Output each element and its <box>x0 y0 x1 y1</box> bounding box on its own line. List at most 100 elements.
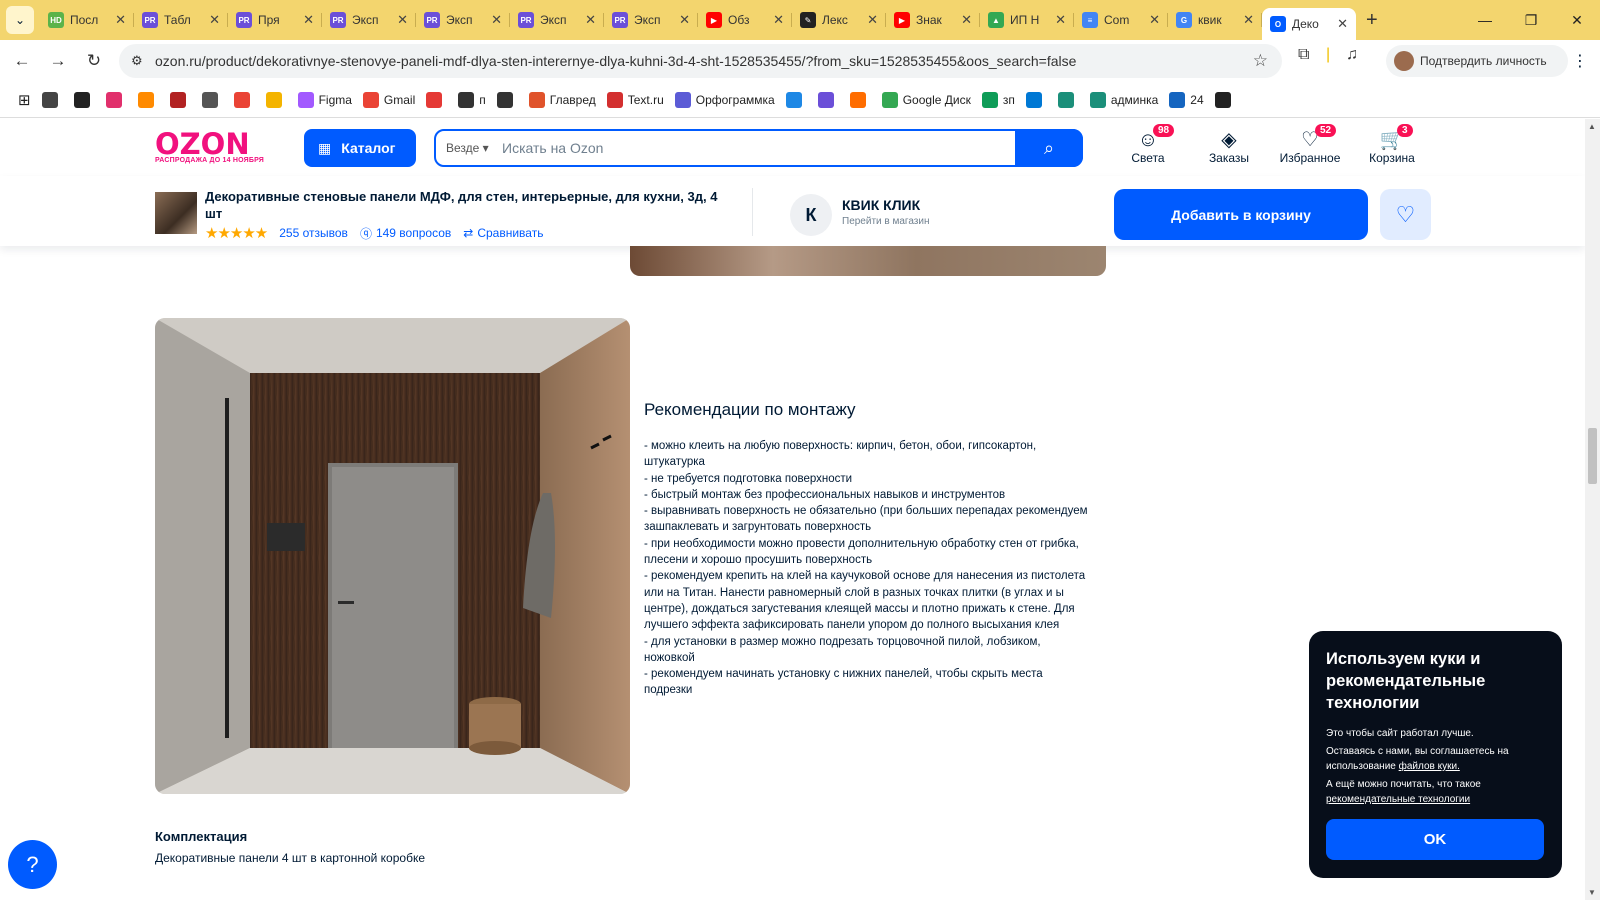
browser-tab[interactable]: ✎ Лекс ✕ <box>792 4 886 36</box>
close-tab-icon[interactable]: ✕ <box>491 12 502 28</box>
bookmark-item[interactable] <box>1025 91 1047 108</box>
site-info-icon[interactable]: ⚙ <box>131 53 143 69</box>
browser-tab[interactable]: O Деко ✕ <box>1262 8 1356 40</box>
header-favorites-button[interactable]: ♡ Избранное 52 <box>1275 124 1345 165</box>
favorite-button[interactable]: ♡ <box>1380 189 1431 240</box>
bookmark-item[interactable] <box>265 91 287 108</box>
recommendation-item: - выравнивать поверхность не обязательно… <box>644 505 1088 534</box>
bookmark-item[interactable] <box>1214 91 1236 108</box>
close-tab-icon[interactable]: ✕ <box>773 12 784 28</box>
add-to-cart-button[interactable]: Добавить в корзину <box>1114 189 1368 240</box>
browser-tab[interactable]: PR Пря ✕ <box>228 4 322 36</box>
search-scope-select[interactable]: Везде ▾ <box>436 141 496 155</box>
close-tab-icon[interactable]: ✕ <box>1337 16 1348 32</box>
search-input[interactable]: Искать на Ozon <box>496 140 1015 156</box>
bookmark-item[interactable]: админка <box>1089 91 1158 108</box>
close-tab-icon[interactable]: ✕ <box>961 12 972 28</box>
bookmark-item[interactable]: Text.ru <box>606 91 664 108</box>
ozon-logo[interactable]: OZON РАСПРОДАЖА ДО 14 НОЯБРЯ <box>155 130 264 165</box>
browser-tab[interactable]: PR Эксп ✕ <box>416 4 510 36</box>
browser-tab[interactable]: PR Табл ✕ <box>134 4 228 36</box>
address-bar[interactable]: ⚙ ozon.ru/product/dekorativnye-stenovye-… <box>119 44 1282 78</box>
minimize-icon[interactable]: — <box>1462 0 1508 40</box>
scroll-down-icon[interactable]: ▼ <box>1588 888 1596 897</box>
extensions-icon[interactable]: ⧉ <box>1298 46 1309 64</box>
bookmark-item[interactable]: зп <box>981 91 1015 108</box>
bookmark-item[interactable] <box>41 91 63 108</box>
browser-tab[interactable]: ≡ Com ✕ <box>1074 4 1168 36</box>
header-cart-button[interactable]: 🛒 Корзина 3 <box>1357 124 1427 165</box>
header-orders-button[interactable]: ◈ Заказы <box>1194 129 1264 165</box>
cookie-title: Используем куки и рекомендательные техно… <box>1326 650 1486 712</box>
seller-store-link[interactable]: Перейти в магазин <box>842 216 930 227</box>
bookmark-item[interactable] <box>426 91 447 108</box>
compare-link[interactable]: Сравнивать <box>477 226 543 240</box>
apps-icon[interactable]: ⊞ <box>18 91 31 109</box>
seller-avatar[interactable]: К <box>790 194 832 236</box>
bookmark-item[interactable] <box>137 91 159 108</box>
browser-tab[interactable]: HD Посл ✕ <box>40 4 134 36</box>
back-icon[interactable]: ← <box>4 51 40 71</box>
browser-tab[interactable]: PR Эксп ✕ <box>322 4 416 36</box>
tab-search-button[interactable]: ⌄ <box>6 6 34 34</box>
bookmark-item[interactable] <box>496 91 518 108</box>
bookmark-item[interactable] <box>233 91 255 108</box>
cookie-files-link[interactable]: файлов куки. <box>1399 761 1460 772</box>
close-tab-icon[interactable]: ✕ <box>115 12 126 28</box>
browser-tab[interactable]: ▶ Знак ✕ <box>886 4 980 36</box>
browser-tab[interactable]: ▶ Обз ✕ <box>698 4 792 36</box>
close-tab-icon[interactable]: ✕ <box>209 12 220 28</box>
bookmark-item[interactable]: Gmail <box>362 91 415 108</box>
bookmark-icon <box>881 91 898 108</box>
close-tab-icon[interactable]: ✕ <box>397 12 408 28</box>
bookmark-item[interactable] <box>849 91 871 108</box>
scroll-up-icon[interactable]: ▲ <box>1588 122 1596 131</box>
close-tab-icon[interactable]: ✕ <box>1055 12 1066 28</box>
close-tab-icon[interactable]: ✕ <box>1243 12 1254 28</box>
recommendation-tech-link[interactable]: рекомендательные технологии <box>1326 794 1470 805</box>
product-thumbnail[interactable] <box>155 192 197 234</box>
catalog-button[interactable]: ▦ Каталог <box>304 129 416 167</box>
close-tab-icon[interactable]: ✕ <box>867 12 878 28</box>
new-tab-button[interactable]: + <box>1366 9 1378 32</box>
profile-button[interactable]: Подтвердить личность <box>1386 45 1568 77</box>
bookmark-star-icon[interactable]: ☆ <box>1253 51 1268 71</box>
bookmark-item[interactable] <box>785 91 807 108</box>
close-tab-icon[interactable]: ✕ <box>585 12 596 28</box>
reviews-link[interactable]: 255 отзывов <box>279 226 348 240</box>
questions-link[interactable]: 149 вопросов <box>376 226 451 240</box>
media-icon[interactable]: ♫ <box>1346 46 1358 64</box>
header-profile-button[interactable]: ☺ Света 98 <box>1113 124 1183 165</box>
cookie-ok-button[interactable]: OK <box>1326 819 1544 860</box>
search-button[interactable]: ⌕ <box>1015 129 1083 167</box>
bookmark-item[interactable]: Google Диск <box>881 91 971 108</box>
bookmark-item[interactable]: 24 <box>1169 91 1204 108</box>
close-tab-icon[interactable]: ✕ <box>1149 12 1160 28</box>
page-scrollbar[interactable] <box>1585 119 1600 900</box>
browser-tab[interactable]: PR Эксп ✕ <box>604 4 698 36</box>
bookmark-item[interactable] <box>105 91 127 108</box>
heart-icon: ♡ <box>1395 201 1416 227</box>
help-button[interactable]: ? <box>8 840 57 889</box>
bookmark-item[interactable]: Figma <box>297 91 352 108</box>
browser-tab[interactable]: PR Эксп ✕ <box>510 4 604 36</box>
close-tab-icon[interactable]: ✕ <box>679 12 690 28</box>
scrollbar-thumb[interactable] <box>1588 428 1597 484</box>
bookmark-item[interactable]: п <box>458 91 486 108</box>
browser-tab[interactable]: Gквик ✕ <box>1168 4 1262 36</box>
browser-menu-icon[interactable]: ⋮ <box>1572 51 1588 71</box>
bookmark-item[interactable] <box>169 91 191 108</box>
bookmark-item[interactable] <box>1057 91 1079 108</box>
forward-icon[interactable]: → <box>40 51 76 71</box>
seller-name[interactable]: КВИК КЛИК <box>842 197 920 213</box>
restore-icon[interactable]: ❐ <box>1508 0 1554 40</box>
bookmark-item[interactable] <box>817 91 839 108</box>
bookmark-item[interactable]: Орфограммка <box>674 91 775 108</box>
close-window-icon[interactable]: ✕ <box>1554 0 1600 40</box>
bookmark-item[interactable] <box>73 91 95 108</box>
bookmark-item[interactable] <box>201 91 223 108</box>
browser-tab[interactable]: ▲ ИП Н ✕ <box>980 4 1074 36</box>
bookmark-item[interactable]: Главред <box>528 91 596 108</box>
reload-icon[interactable]: ↻ <box>76 51 112 71</box>
close-tab-icon[interactable]: ✕ <box>303 12 314 28</box>
